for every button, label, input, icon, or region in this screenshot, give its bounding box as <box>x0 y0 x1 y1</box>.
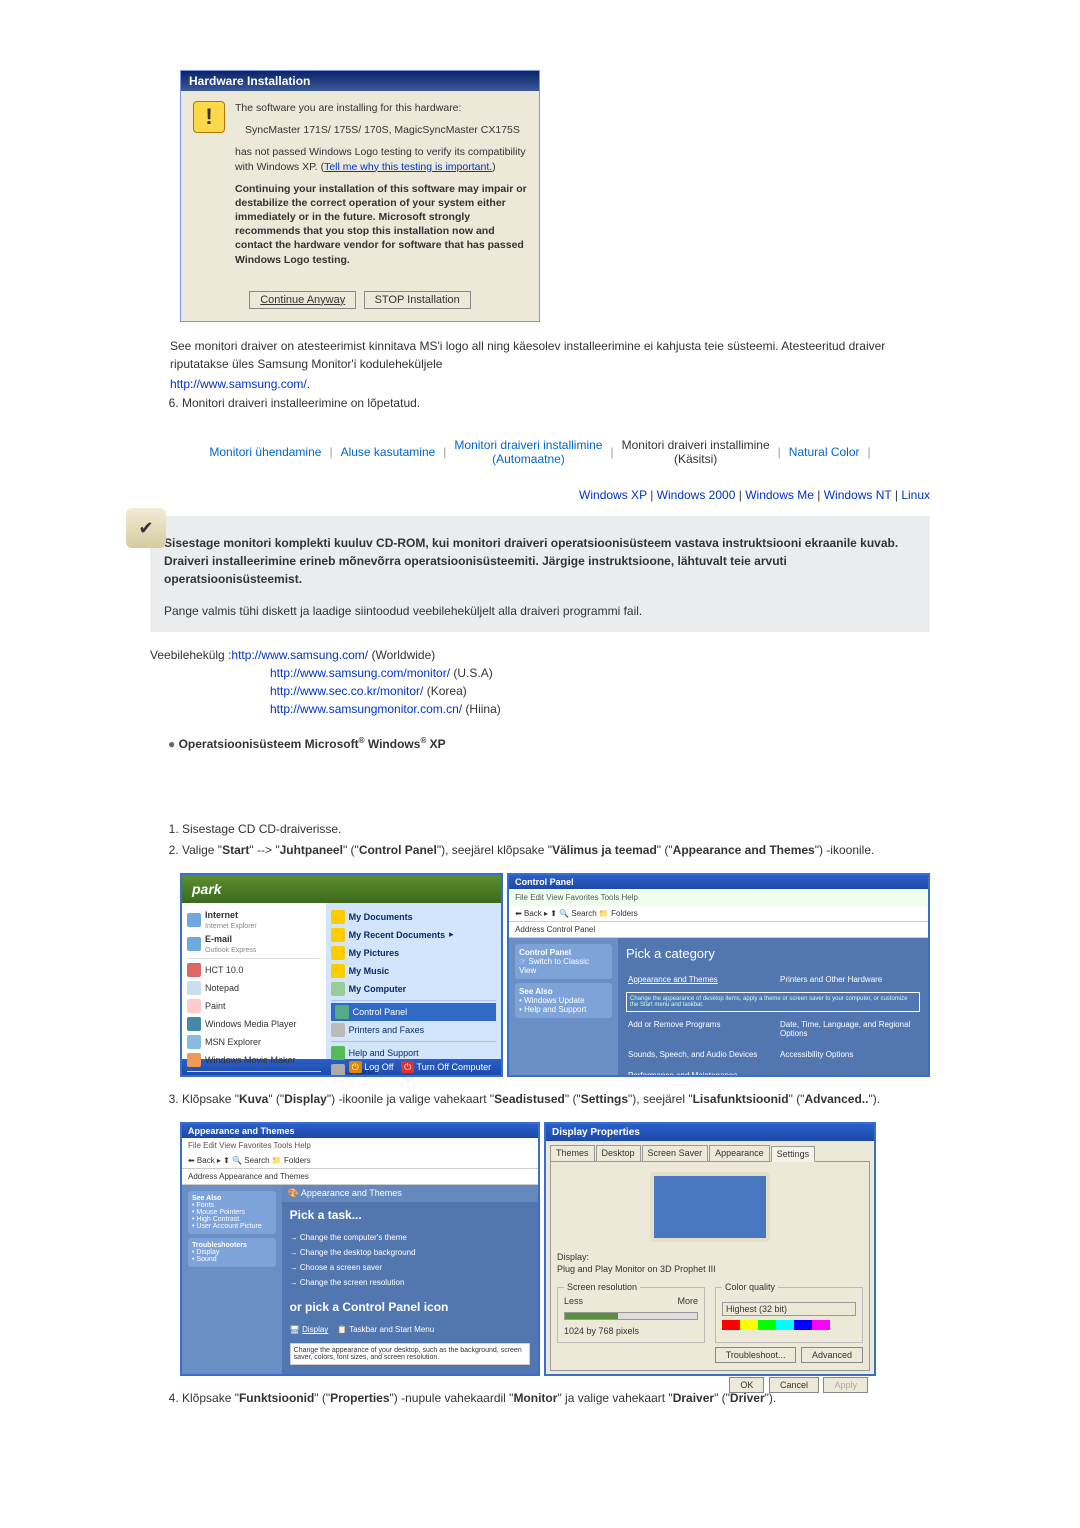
os-links: Windows XP | Windows 2000 | Windows Me |… <box>150 488 930 502</box>
tab-natural-color[interactable]: Natural Color <box>789 445 860 459</box>
step-2: Valige "Start" --> "Juhtpaneel" ("Contro… <box>182 842 930 859</box>
stop-installation-button[interactable]: STOP Installation <box>364 291 471 309</box>
tab-connect[interactable]: Monitori ühendamine <box>209 445 321 459</box>
step-1: Sisestage CD CD-draiverisse. <box>182 821 930 838</box>
step-6: Monitori draiveri installeerimine on lõp… <box>182 395 930 412</box>
appearance-themes-screenshot: Appearance and Themes File Edit View Fav… <box>180 1122 540 1376</box>
warning-icon: ! <box>193 101 225 133</box>
dialog-text: The software you are installing for this… <box>235 101 527 275</box>
info-box: ✔ Sisestage monitori komplekti kuuluv CD… <box>150 516 930 632</box>
body-text-1: See monitori draiver on atesteerimist ki… <box>170 337 930 373</box>
link-samsung-cn[interactable]: http://www.samsungmonitor.com.cn/ <box>270 702 462 716</box>
section-tabs: Monitori ühendamine| Aluse kasutamine| M… <box>150 426 930 478</box>
start-menu-screenshot: park InternetInternet Explorer E-mailOut… <box>180 873 503 1077</box>
dialog-title: Hardware Installation <box>181 71 539 91</box>
link-xp[interactable]: Windows XP <box>579 488 647 502</box>
link-samsung-ww[interactable]: http://www.samsung.com/ <box>231 648 368 662</box>
link-wnt[interactable]: Windows NT <box>824 488 892 502</box>
tab-stand[interactable]: Aluse kasutamine <box>341 445 436 459</box>
link-w2k[interactable]: Windows 2000 <box>657 488 736 502</box>
step-3: Klõpsake "Kuva" ("Display") -ikoonile ja… <box>182 1091 930 1108</box>
hardware-installation-dialog: Hardware Installation ! The software you… <box>180 70 540 322</box>
logo-testing-link[interactable]: Tell me why this testing is important. <box>324 161 492 173</box>
continue-anyway-button[interactable]: Continue Anyway <box>249 291 356 309</box>
link-wme[interactable]: Windows Me <box>745 488 814 502</box>
download-links: Veebilehekülg :http://www.samsung.com/ (… <box>150 646 930 718</box>
heading-windows-xp: Operatsioonisüsteem Microsoft® Windows® … <box>168 736 930 751</box>
link-linux[interactable]: Linux <box>901 488 930 502</box>
tab-driver-auto[interactable]: Monitori draiveri installimine(Automaatn… <box>454 438 602 466</box>
tab-driver-manual[interactable]: Monitori draiveri installimine(Käsitsi) <box>622 438 770 466</box>
display-properties-screenshot: Display Properties Themes Desktop Screen… <box>544 1122 876 1376</box>
control-panel-screenshot: Control Panel File Edit View Favorites T… <box>507 873 930 1077</box>
link-samsung-us[interactable]: http://www.samsung.com/monitor/ <box>270 666 450 680</box>
samsung-home-link[interactable]: http://www.samsung.com/ <box>170 377 307 391</box>
checkmark-clipboard-icon: ✔ <box>126 508 166 548</box>
link-sec-kr[interactable]: http://www.sec.co.kr/monitor/ <box>270 684 423 698</box>
